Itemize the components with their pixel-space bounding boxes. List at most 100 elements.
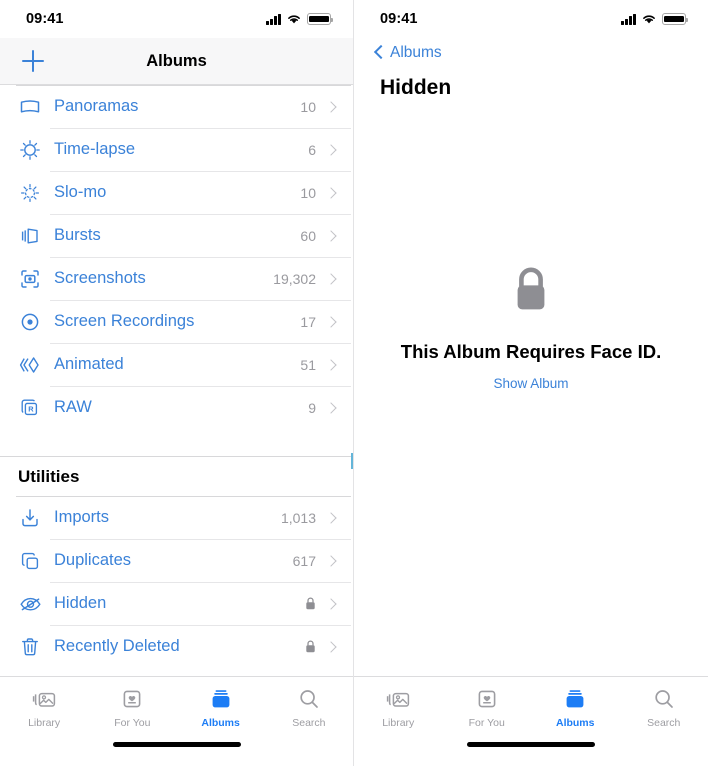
chevron-right-icon [325, 401, 339, 415]
empty-state-title: This Album Requires Face ID. [400, 340, 662, 362]
lock-icon [305, 597, 316, 610]
list-item[interactable]: Imports 1,013 [0, 496, 353, 539]
chevron-right-icon [325, 143, 339, 157]
plus-icon[interactable] [20, 48, 46, 74]
raw-icon: R [16, 397, 44, 419]
albums-list[interactable]: Panoramas 10 Time-lapse 6 Slo-mo 10 Burs… [0, 85, 353, 676]
list-item-label: Screenshots [54, 269, 146, 287]
home-indicator [354, 742, 708, 766]
list-item-count: 51 [300, 356, 316, 373]
slomo-icon [16, 182, 44, 204]
list-item[interactable]: Panoramas 10 [0, 85, 353, 128]
chevron-right-icon [325, 100, 339, 114]
tab-label: Albums [555, 717, 595, 729]
list-item[interactable]: R RAW 9 [0, 386, 353, 429]
duplicates-icon [16, 550, 44, 572]
show-album-button[interactable]: Show Album [493, 376, 568, 391]
screen-recording-icon [16, 311, 44, 333]
back-button[interactable]: Albums [370, 38, 692, 68]
list-item[interactable]: Screen Recordings 17 [0, 300, 353, 343]
tab-label: For You [114, 717, 151, 729]
chevron-right-icon [325, 272, 339, 286]
albums-icon [563, 686, 587, 712]
list-item-count: 1,013 [280, 509, 316, 526]
chevron-right-icon [325, 511, 339, 525]
list-item-label: Slo-mo [54, 183, 107, 201]
tab-label: Search [647, 717, 681, 729]
hidden-eye-icon [16, 593, 44, 615]
tab-label: Albums [201, 717, 240, 729]
cellular-bars-icon [266, 13, 281, 25]
list-item[interactable]: Screenshots 19,302 [0, 257, 353, 300]
tab-for-you[interactable]: For You [443, 686, 532, 729]
cellular-bars-icon [621, 13, 636, 25]
tab-bar[interactable]: Library For You Albums Search [354, 676, 708, 742]
list-item-count: 19,302 [273, 270, 316, 287]
list-item[interactable]: Hidden [0, 582, 353, 625]
for-you-icon [121, 686, 143, 712]
lock-icon [305, 640, 316, 653]
chevron-right-icon [325, 640, 339, 654]
navigation-bar: Albums [0, 38, 353, 85]
screenshot-icon [16, 268, 44, 290]
dual-screenshot-container: 09:41 Albums Panoramas 10 Time-lapse 6 S… [0, 0, 708, 766]
chevron-right-icon [325, 186, 339, 200]
list-item-count: 617 [292, 552, 316, 569]
chevron-right-icon [325, 315, 339, 329]
chevron-right-icon [325, 229, 339, 243]
list-item-count: 10 [300, 98, 316, 115]
list-item-count: 10 [300, 184, 316, 201]
list-item-label: Duplicates [54, 551, 132, 569]
search-icon [298, 686, 320, 712]
animated-icon [16, 354, 44, 376]
trash-icon [16, 636, 44, 658]
list-item-label: Panoramas [54, 97, 139, 115]
list-item-label: Screen Recordings [54, 312, 195, 330]
page-title: Albums [146, 51, 207, 70]
tab-label: Search [292, 717, 326, 729]
tab-albums[interactable]: Albums [531, 686, 620, 729]
right-screen-hidden-album: 09:41 Albums Hidden This Album Requires … [354, 0, 708, 766]
tab-albums[interactable]: Albums [177, 686, 265, 729]
tab-label: Library [382, 717, 415, 729]
wifi-icon [643, 15, 655, 24]
chevron-right-icon [325, 597, 339, 611]
list-item[interactable]: Slo-mo 10 [0, 171, 353, 214]
list-item[interactable]: Duplicates 617 [0, 539, 353, 582]
battery-full-icon [662, 13, 689, 25]
tab-bar[interactable]: Library For You Albums Search [0, 676, 353, 742]
albums-icon [209, 686, 233, 712]
svg-text:R: R [28, 404, 34, 413]
chevron-right-icon [325, 358, 339, 372]
list-item-label: Imports [54, 508, 110, 526]
chevron-right-icon [325, 554, 339, 568]
tab-library[interactable]: Library [354, 686, 443, 729]
tab-search[interactable]: Search [620, 686, 708, 729]
panorama-icon [16, 96, 44, 118]
tab-for-you[interactable]: For You [88, 686, 176, 729]
tab-label: For You [468, 717, 505, 729]
status-time: 09:41 [380, 11, 418, 27]
wifi-icon [288, 15, 300, 24]
list-item-label: RAW [54, 398, 92, 416]
list-item-label: Bursts [54, 226, 101, 244]
tab-search[interactable]: Search [265, 686, 353, 729]
list-item-label: Hidden [54, 594, 107, 612]
left-screen-albums: 09:41 Albums Panoramas 10 Time-lapse 6 S… [0, 0, 354, 766]
list-item-label: Recently Deleted [54, 637, 180, 655]
back-button-label: Albums [390, 44, 442, 61]
list-item[interactable]: Time-lapse 6 [0, 128, 353, 171]
list-item-count: 9 [308, 399, 316, 416]
locked-album-empty-state: This Album Requires Face ID. Show Album [354, 100, 708, 676]
battery-full-icon [307, 13, 334, 25]
list-item[interactable]: Bursts 60 [0, 214, 353, 257]
chevron-left-icon [375, 45, 384, 61]
library-icon [386, 686, 411, 712]
import-icon [16, 507, 44, 529]
list-item[interactable]: Animated 51 [0, 343, 353, 386]
tab-library[interactable]: Library [0, 686, 88, 729]
tab-label: Library [28, 717, 61, 729]
list-item[interactable]: Recently Deleted [0, 625, 353, 668]
list-item-count: 60 [300, 227, 316, 244]
